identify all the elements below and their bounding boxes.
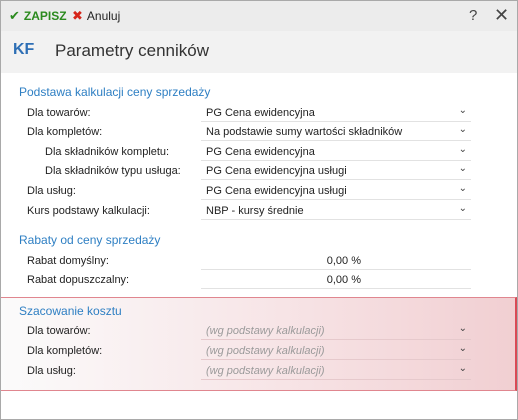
page-title: Parametry cenników xyxy=(55,41,210,60)
dialog-header: KF Parametry cenników xyxy=(1,31,517,73)
label-cost-kits: Dla kompletów: xyxy=(27,345,103,357)
select-service-components-basis[interactable]: PG Cena ewidencyjna usługi ⌄ xyxy=(201,162,471,180)
default-discount-input[interactable]: 0,00 % xyxy=(201,252,471,270)
section-title-discounts: Rabaty od ceny sprzedaży xyxy=(19,233,161,247)
select-goods-basis[interactable]: PG Cena ewidencyjna ⌄ xyxy=(201,104,471,122)
cost-estimation-section: Szacowanie kosztu Dla towarów: (wg podst… xyxy=(1,297,517,391)
cancel-label: Anuluj xyxy=(86,9,121,23)
save-button[interactable]: ✔ ZAPISZ xyxy=(9,8,67,24)
label-services: Dla usług: xyxy=(27,185,76,197)
select-value: PG Cena ewidencyjna usługi xyxy=(206,165,347,177)
select-value: NBP - kursy średnie xyxy=(206,205,304,217)
select-cost-kits[interactable]: (wg podstawy kalkulacji) ⌄ xyxy=(201,342,471,360)
check-icon: ✔ xyxy=(9,8,20,23)
select-cost-services[interactable]: (wg podstawy kalkulacji) ⌄ xyxy=(201,362,471,380)
section-title-cost: Szacowanie kosztu xyxy=(19,304,122,318)
input-value: 0,00 % xyxy=(326,255,361,267)
label-exchange-rate: Kurs podstawy kalkulacji: xyxy=(27,205,150,217)
label-goods: Dla towarów: xyxy=(27,107,91,119)
label-kit-components: Dla składników kompletu: xyxy=(45,146,170,158)
chevron-down-icon: ⌄ xyxy=(458,183,467,194)
label-service-components: Dla składników typu usługa: xyxy=(45,165,181,177)
save-label: ZAPISZ xyxy=(23,9,67,23)
toolbar: ✔ ZAPISZ ✖ Anuluj ? ✕ xyxy=(1,1,517,31)
label-allowed-discount: Rabat dopuszczalny: xyxy=(27,274,130,286)
label-cost-services: Dla usług: xyxy=(27,365,76,377)
select-value: (wg podstawy kalkulacji) xyxy=(206,325,325,337)
select-cost-goods[interactable]: (wg podstawy kalkulacji) ⌄ xyxy=(201,322,471,340)
chevron-down-icon: ⌄ xyxy=(458,343,467,354)
module-badge: KF xyxy=(13,41,35,58)
allowed-discount-input[interactable]: 0,00 % xyxy=(201,271,471,289)
dialog-window: ✔ ZAPISZ ✖ Anuluj ? ✕ KF Parametry cenni… xyxy=(0,0,518,420)
select-value: PG Cena ewidencyjna usługi xyxy=(206,185,347,197)
label-cost-goods: Dla towarów: xyxy=(27,325,91,337)
help-button[interactable]: ? xyxy=(469,7,477,24)
chevron-down-icon: ⌄ xyxy=(458,105,467,116)
select-exchange-rate[interactable]: NBP - kursy średnie ⌄ xyxy=(201,202,471,220)
chevron-down-icon: ⌄ xyxy=(458,203,467,214)
select-value: Na podstawie sumy wartości składników xyxy=(206,126,403,138)
x-icon: ✖ xyxy=(72,8,83,23)
chevron-down-icon: ⌄ xyxy=(458,144,467,155)
section-title-basis: Podstawa kalkulacji ceny sprzedaży xyxy=(19,85,211,99)
select-value: PG Cena ewidencyjna xyxy=(206,146,315,158)
cancel-button[interactable]: ✖ Anuluj xyxy=(72,8,120,24)
select-services-basis[interactable]: PG Cena ewidencyjna usługi ⌄ xyxy=(201,182,471,200)
label-kits: Dla kompletów: xyxy=(27,126,103,138)
chevron-down-icon: ⌄ xyxy=(458,124,467,135)
chevron-down-icon: ⌄ xyxy=(458,363,467,374)
select-value: (wg podstawy kalkulacji) xyxy=(206,365,325,377)
input-value: 0,00 % xyxy=(326,274,361,286)
select-kits-basis[interactable]: Na podstawie sumy wartości składników ⌄ xyxy=(201,123,471,141)
chevron-down-icon: ⌄ xyxy=(458,323,467,334)
close-button[interactable]: ✕ xyxy=(494,5,509,26)
chevron-down-icon: ⌄ xyxy=(458,163,467,174)
select-kit-components-basis[interactable]: PG Cena ewidencyjna ⌄ xyxy=(201,143,471,161)
label-default-discount: Rabat domyślny: xyxy=(27,255,109,267)
select-value: (wg podstawy kalkulacji) xyxy=(206,345,325,357)
select-value: PG Cena ewidencyjna xyxy=(206,107,315,119)
